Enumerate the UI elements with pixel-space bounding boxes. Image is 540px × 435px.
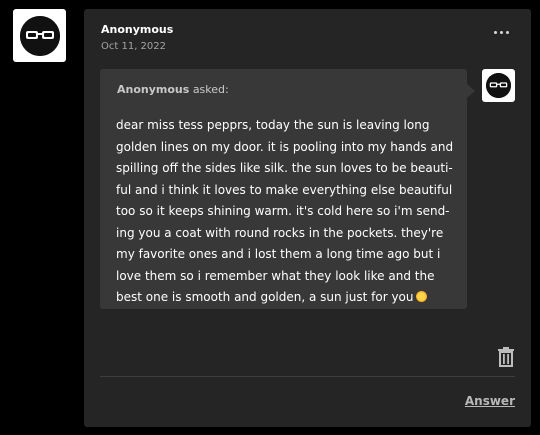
more-options-icon[interactable] <box>494 31 509 34</box>
post-author[interactable]: Anonymous <box>101 23 173 36</box>
asker-name: Anonymous <box>117 83 190 96</box>
asked-label: asked: <box>192 83 229 96</box>
actions-divider <box>100 376 515 377</box>
sun-icon <box>415 291 427 302</box>
post-date: Oct 11, 2022 <box>101 41 166 52</box>
asker-avatar <box>482 69 515 102</box>
sunglasses-avatar-icon <box>486 73 511 98</box>
answer-button[interactable]: Answer <box>465 394 515 408</box>
trash-icon[interactable] <box>497 347 515 367</box>
blog-avatar[interactable] <box>13 9 66 62</box>
ask-header: Anonymous asked: <box>117 83 229 96</box>
sunglasses-avatar-icon <box>19 15 60 56</box>
ask-message-text: dear miss tess pepprs, today the sun is … <box>116 118 454 304</box>
ask-bubble: Anonymous asked: dear miss tess pepprs, … <box>100 69 475 309</box>
post-card: Anonymous Oct 11, 2022 Anonymous asked: … <box>84 9 531 427</box>
ask-message: dear miss tess pepprs, today the sun is … <box>116 115 456 309</box>
